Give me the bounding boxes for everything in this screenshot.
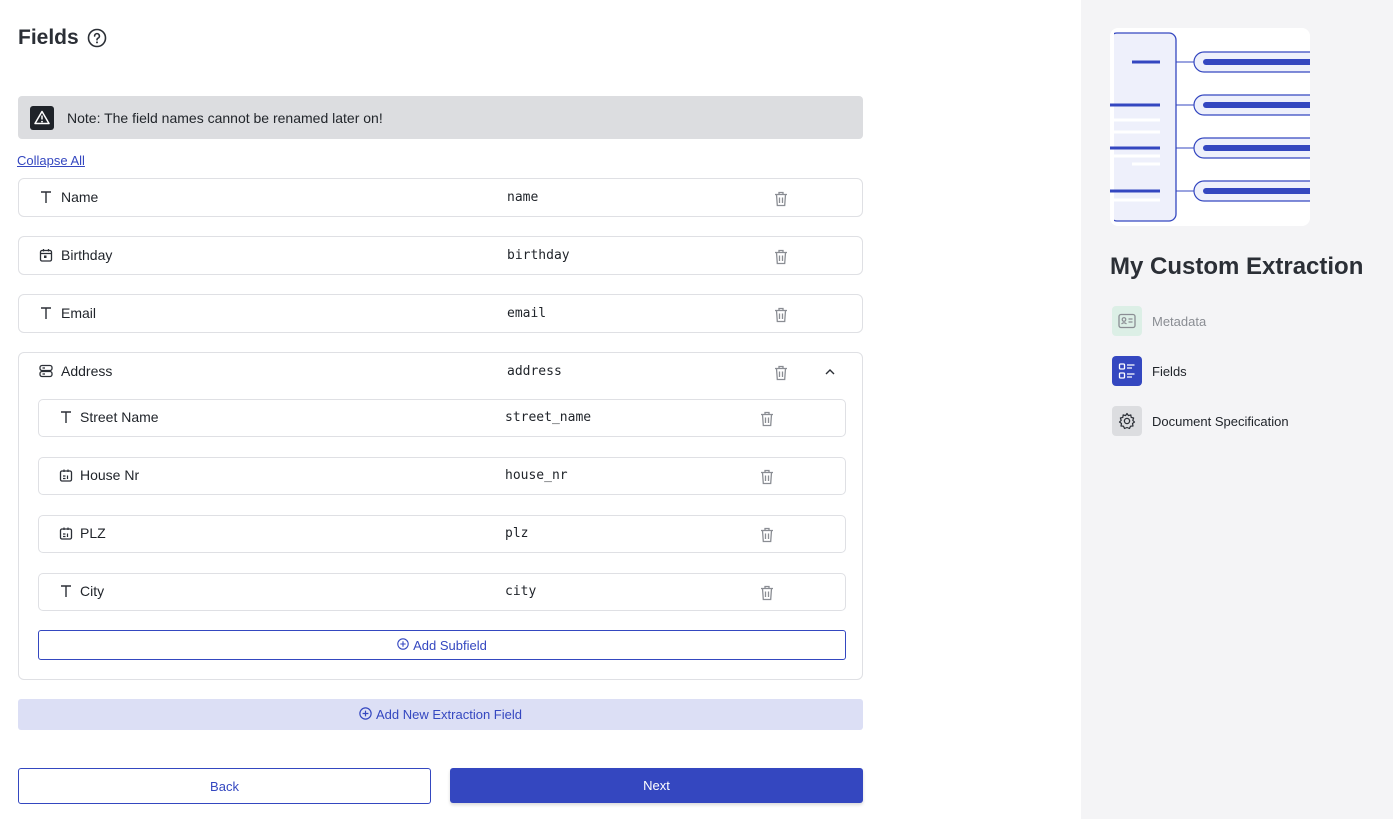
field-row-email[interactable]: Email email bbox=[18, 294, 863, 333]
trash-icon[interactable] bbox=[760, 527, 774, 543]
step-fields[interactable]: Fields bbox=[1112, 356, 1187, 386]
field-key: name bbox=[507, 190, 539, 205]
gear-icon bbox=[1112, 406, 1142, 436]
back-button[interactable]: Back bbox=[18, 768, 431, 804]
add-field-label: Add New Extraction Field bbox=[376, 707, 522, 722]
add-subfield-button[interactable]: Add Subfield bbox=[38, 630, 846, 660]
trash-icon[interactable] bbox=[774, 249, 788, 265]
field-key: address bbox=[507, 364, 562, 379]
field-key: email bbox=[507, 306, 547, 321]
help-icon[interactable] bbox=[87, 28, 107, 48]
field-label: Email bbox=[61, 305, 97, 321]
trash-icon[interactable] bbox=[760, 469, 774, 485]
subfield-key: city bbox=[505, 584, 537, 599]
trash-icon[interactable] bbox=[774, 307, 788, 323]
text-type-icon bbox=[39, 306, 53, 320]
trash-icon[interactable] bbox=[774, 191, 788, 207]
subfield-row-house-nr[interactable]: House Nr house_nr bbox=[38, 457, 846, 495]
add-subfield-label: Add Subfield bbox=[413, 637, 487, 653]
step-label: Fields bbox=[1152, 363, 1187, 379]
chevron-up-icon[interactable] bbox=[824, 365, 836, 377]
extraction-title: My Custom Extraction bbox=[1110, 253, 1364, 280]
extraction-illustration bbox=[1110, 28, 1310, 226]
text-type-icon bbox=[59, 410, 73, 424]
trash-icon[interactable] bbox=[774, 365, 788, 381]
title-row: Fields bbox=[18, 26, 107, 50]
note-banner: Note: The field names cannot be renamed … bbox=[18, 96, 863, 139]
next-button[interactable]: Next bbox=[450, 768, 863, 803]
group-icon bbox=[39, 364, 53, 378]
id-card-icon bbox=[1112, 306, 1142, 336]
subfield-key: plz bbox=[505, 526, 529, 541]
field-header: Email email bbox=[19, 295, 862, 332]
page-title: Fields bbox=[18, 26, 79, 49]
field-row-birthday[interactable]: Birthday birthday bbox=[18, 236, 863, 275]
field-label: Address bbox=[61, 363, 113, 379]
subfield-row-street-name[interactable]: Street Name street_name bbox=[38, 399, 846, 437]
trash-icon[interactable] bbox=[760, 585, 774, 601]
plus-circle-icon bbox=[397, 637, 409, 653]
field-row-name[interactable]: Name name bbox=[18, 178, 863, 217]
subfield-label: City bbox=[80, 583, 105, 599]
text-type-icon bbox=[39, 190, 53, 204]
number-type-icon bbox=[59, 468, 73, 482]
step-document-specification[interactable]: Document Specification bbox=[1112, 406, 1289, 436]
field-key: birthday bbox=[507, 248, 570, 263]
collapse-all-link[interactable]: Collapse All bbox=[17, 153, 85, 168]
subfield-row-city[interactable]: City city bbox=[38, 573, 846, 611]
warning-icon bbox=[30, 105, 54, 130]
field-row-address[interactable]: Address address Street Name street_name bbox=[18, 352, 863, 680]
field-header: Name name bbox=[19, 179, 862, 216]
field-header: Birthday birthday bbox=[19, 237, 862, 274]
trash-icon[interactable] bbox=[760, 411, 774, 427]
field-header: Address address bbox=[19, 353, 862, 390]
field-label: Birthday bbox=[61, 247, 113, 263]
step-metadata[interactable]: Metadata bbox=[1112, 306, 1206, 336]
add-extraction-field-button[interactable]: Add New Extraction Field bbox=[18, 699, 863, 730]
calendar-icon bbox=[39, 248, 53, 262]
subfield-label: House Nr bbox=[80, 467, 140, 483]
subfield-label: Street Name bbox=[80, 409, 159, 425]
step-label: Metadata bbox=[1152, 313, 1207, 329]
subfield-key: house_nr bbox=[505, 468, 568, 483]
sidebar: My Custom Extraction Metadata Fields Doc… bbox=[1081, 0, 1393, 819]
text-type-icon bbox=[59, 584, 73, 598]
subfield-label: PLZ bbox=[80, 525, 106, 541]
plus-circle-icon bbox=[359, 706, 372, 723]
field-label: Name bbox=[61, 189, 99, 205]
note-text: Note: The field names cannot be renamed … bbox=[67, 109, 383, 126]
step-label: Document Specification bbox=[1152, 413, 1289, 429]
list-icon bbox=[1112, 356, 1142, 386]
subfield-row-plz[interactable]: PLZ plz bbox=[38, 515, 846, 553]
main-panel: Fields Note: The field names cannot be r… bbox=[0, 0, 1081, 819]
number-type-icon bbox=[59, 526, 73, 540]
subfield-key: street_name bbox=[505, 410, 592, 425]
